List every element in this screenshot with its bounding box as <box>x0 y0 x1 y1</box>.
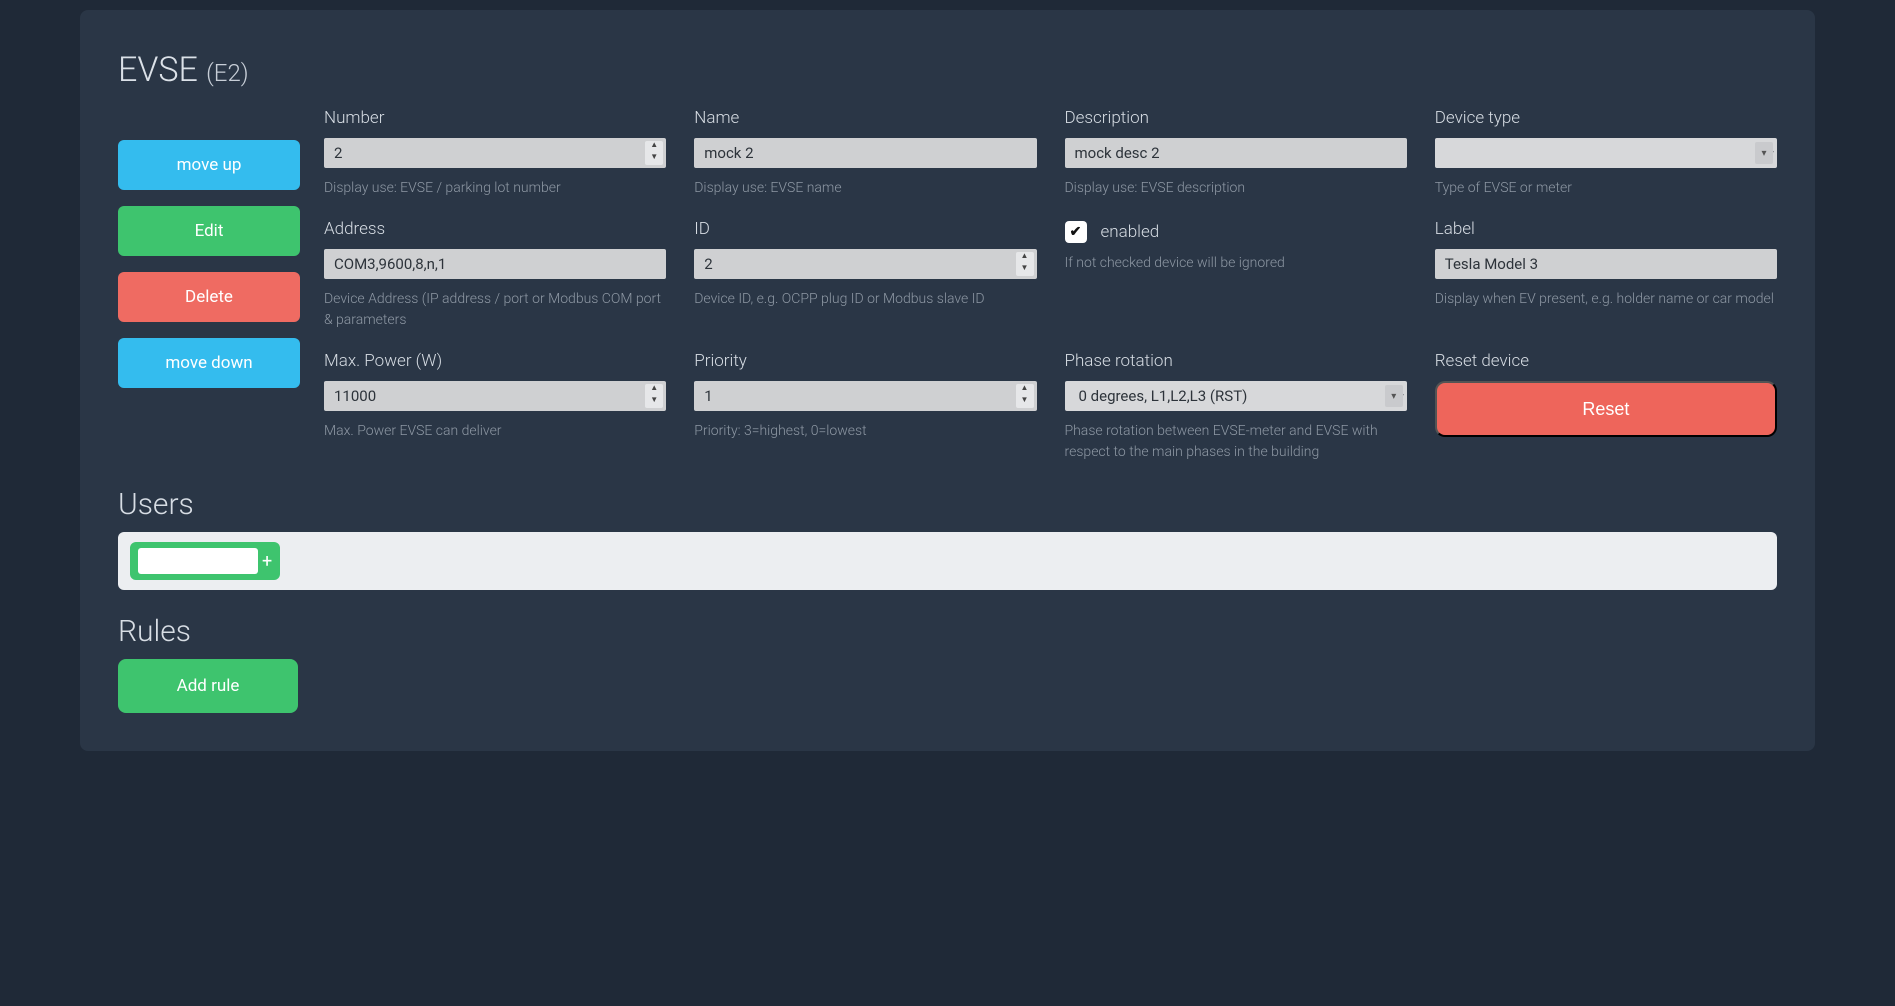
evse-panel: EVSE (E2) move up Edit Delete move down … <box>80 10 1815 751</box>
device-type-label: Device type <box>1435 108 1777 128</box>
reset-button[interactable]: Reset <box>1435 381 1777 437</box>
address-label: Address <box>324 219 666 239</box>
phase-rotation-select[interactable]: 0 degrees, L1,L2,L3 (RST) <box>1065 381 1407 411</box>
check-icon: ✔ <box>1070 224 1082 240</box>
label-input[interactable] <box>1435 249 1777 279</box>
rules-heading: Rules <box>118 614 1777 649</box>
phase-rotation-label: Phase rotation <box>1065 351 1407 371</box>
field-number: Number ▲▼ Display use: EVSE / parking lo… <box>324 108 666 199</box>
add-user-input[interactable] <box>138 548 258 574</box>
id-help: Device ID, e.g. OCPP plug ID or Modbus s… <box>694 289 1036 310</box>
enabled-label: enabled <box>1101 222 1160 242</box>
max-power-help: Max. Power EVSE can deliver <box>324 421 666 442</box>
description-input[interactable] <box>1065 138 1407 168</box>
description-label: Description <box>1065 108 1407 128</box>
field-label: Label Display when EV present, e.g. hold… <box>1435 219 1777 331</box>
name-help: Display use: EVSE name <box>694 178 1036 199</box>
priority-help: Priority: 3=highest, 0=lowest <box>694 421 1036 442</box>
priority-label: Priority <box>694 351 1036 371</box>
field-device-type: Device type ▾ Type of EVSE or meter <box>1435 108 1777 199</box>
add-rule-button[interactable]: Add rule <box>118 659 298 713</box>
address-input[interactable] <box>324 249 666 279</box>
name-input[interactable] <box>694 138 1036 168</box>
spinner-icon[interactable]: ▲▼ <box>1016 384 1034 408</box>
add-user-chip: + <box>130 542 280 580</box>
number-help: Display use: EVSE / parking lot number <box>324 178 666 199</box>
label-label: Label <box>1435 219 1777 239</box>
form-grid: Number ▲▼ Display use: EVSE / parking lo… <box>324 108 1777 463</box>
edit-button[interactable]: Edit <box>118 206 300 256</box>
field-phase-rotation: Phase rotation 0 degrees, L1,L2,L3 (RST)… <box>1065 351 1407 463</box>
spinner-icon[interactable]: ▲▼ <box>645 141 663 165</box>
field-description: Description Display use: EVSE descriptio… <box>1065 108 1407 199</box>
name-label: Name <box>694 108 1036 128</box>
spinner-icon[interactable]: ▲▼ <box>645 384 663 408</box>
id-input[interactable] <box>694 249 1036 279</box>
phase-rotation-help: Phase rotation between EVSE-meter and EV… <box>1065 421 1407 463</box>
description-help: Display use: EVSE description <box>1065 178 1407 199</box>
users-box: + <box>118 532 1777 590</box>
move-up-button[interactable]: move up <box>118 140 300 190</box>
device-type-select[interactable] <box>1435 138 1777 168</box>
action-column: move up Edit Delete move down <box>118 108 300 463</box>
plus-icon[interactable]: + <box>262 551 272 572</box>
delete-button[interactable]: Delete <box>118 272 300 322</box>
address-help: Device Address (IP address / port or Mod… <box>324 289 666 331</box>
spinner-icon[interactable]: ▲▼ <box>1016 252 1034 276</box>
number-label: Number <box>324 108 666 128</box>
max-power-label: Max. Power (W) <box>324 351 666 371</box>
max-power-input[interactable] <box>324 381 666 411</box>
field-reset: Reset device Reset <box>1435 351 1777 463</box>
title-main: EVSE <box>118 50 198 90</box>
enabled-checkbox[interactable]: ✔ <box>1065 221 1087 243</box>
field-max-power: Max. Power (W) ▲▼ Max. Power EVSE can de… <box>324 351 666 463</box>
id-label: ID <box>694 219 1036 239</box>
priority-input[interactable] <box>694 381 1036 411</box>
device-type-help: Type of EVSE or meter <box>1435 178 1777 199</box>
page-title: EVSE (E2) <box>118 50 1777 90</box>
field-address: Address Device Address (IP address / por… <box>324 219 666 331</box>
move-down-button[interactable]: move down <box>118 338 300 388</box>
title-sub: (E2) <box>206 59 248 87</box>
field-enabled: ✔ enabled If not checked device will be … <box>1065 219 1407 331</box>
field-priority: Priority ▲▼ Priority: 3=highest, 0=lowes… <box>694 351 1036 463</box>
label-help: Display when EV present, e.g. holder nam… <box>1435 289 1777 310</box>
field-name: Name Display use: EVSE name <box>694 108 1036 199</box>
enabled-help: If not checked device will be ignored <box>1065 253 1407 274</box>
number-input[interactable] <box>324 138 666 168</box>
users-heading: Users <box>118 487 1777 522</box>
reset-label: Reset device <box>1435 351 1777 371</box>
field-id: ID ▲▼ Device ID, e.g. OCPP plug ID or Mo… <box>694 219 1036 331</box>
